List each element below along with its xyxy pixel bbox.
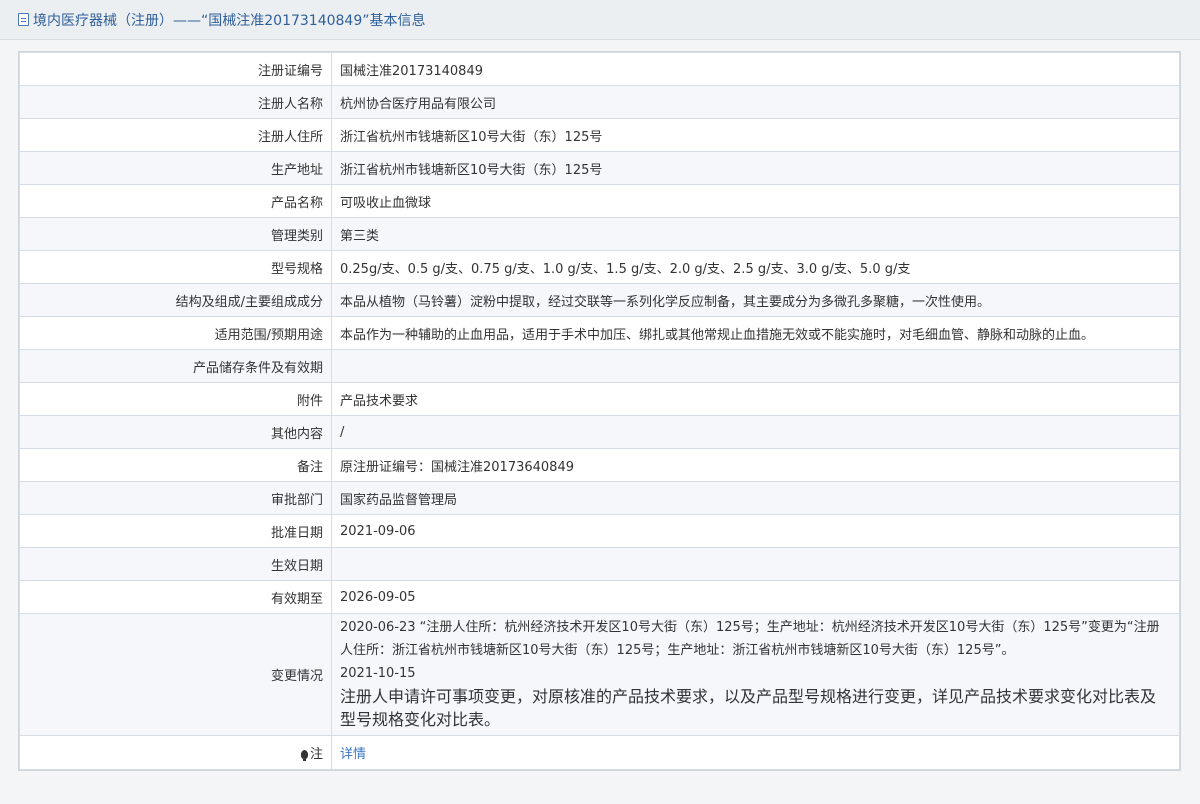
table-row: 附件 产品技术要求 [19,382,1180,416]
table-row: 生产地址 浙江省杭州市钱塘新区10号大街（东）125号 [19,151,1180,185]
row-label: 附件 [19,382,332,416]
row-label: 生产地址 [19,151,332,185]
change-entry-2-date: 2021-10-15 [340,666,416,681]
row-value: 2021-09-06 [331,514,1180,548]
table-row: 注册人住所 浙江省杭州市钱塘新区10号大街（东）125号 [19,118,1180,152]
page-title: 境内医疗器械（注册）——“国械注准20173140849”基本信息 [33,12,426,29]
lightbulb-icon [300,750,308,761]
table-row: 管理类别 第三类 [19,217,1180,251]
note-label-cell: 注 [19,735,332,770]
details-link[interactable]: 详情 [340,747,366,762]
table-row: 备注 原注册证编号：国械注准20173640849 [19,448,1180,482]
row-label: 注册人住所 [19,118,332,152]
row-label: 产品储存条件及有效期 [19,349,332,383]
table-row: 生效日期 [19,547,1180,581]
row-value: 可吸收止血微球 [331,184,1180,218]
change-value: 2020-06-23 “注册人住所：杭州经济技术开发区10号大街（东）125号；… [331,613,1180,736]
change-row: 变更情况 2020-06-23 “注册人住所：杭州经济技术开发区10号大街（东）… [19,613,1180,736]
page-header: 境内医疗器械（注册）——“国械注准20173140849”基本信息 [0,0,1200,40]
document-icon [18,13,29,26]
table-row: 有效期至 2026-09-05 [19,580,1180,614]
table-row: 其他内容 / [19,415,1180,449]
row-label: 产品名称 [19,184,332,218]
row-value: 0.25g/支、0.5 g/支、0.75 g/支、1.0 g/支、1.5 g/支… [331,250,1180,284]
row-value: / [331,415,1180,449]
row-value: 杭州协合医疗用品有限公司 [331,85,1180,119]
row-label: 适用范围/预期用途 [19,316,332,350]
table-row: 产品名称 可吸收止血微球 [19,184,1180,218]
table-row: 注册人名称 杭州协合医疗用品有限公司 [19,85,1180,119]
row-label: 生效日期 [19,547,332,581]
table-row: 适用范围/预期用途 本品作为一种辅助的止血用品，适用于手术中加压、绑扎或其他常规… [19,316,1180,350]
row-label: 型号规格 [19,250,332,284]
row-label: 管理类别 [19,217,332,251]
row-value: 本品从植物（马铃薯）淀粉中提取，经过交联等一系列化学反应制备，其主要成分为多微孔… [331,283,1180,317]
change-label: 变更情况 [19,613,332,736]
note-value: 详情 [331,735,1180,770]
info-table: 注册证编号 国械注准20173140849 注册人名称 杭州协合医疗用品有限公司… [19,52,1180,770]
row-value: 第三类 [331,217,1180,251]
row-value [331,547,1180,581]
row-label: 其他内容 [19,415,332,449]
row-value: 浙江省杭州市钱塘新区10号大街（东）125号 [331,151,1180,185]
row-value: 国家药品监督管理局 [331,481,1180,515]
note-label: 注 [309,747,323,762]
row-label: 批准日期 [19,514,332,548]
row-label: 注册人名称 [19,85,332,119]
row-label: 注册证编号 [19,52,332,86]
row-value: 本品作为一种辅助的止血用品，适用于手术中加压、绑扎或其他常规止血措施无效或不能实… [331,316,1180,350]
table-row: 审批部门 国家药品监督管理局 [19,481,1180,515]
change-entry-2-text: 注册人申请许可事项变更，对原核准的产品技术要求，以及产品型号规格进行变更，详见产… [340,687,1157,729]
row-value: 2026-09-05 [331,580,1180,614]
row-value: 浙江省杭州市钱塘新区10号大街（东）125号 [331,118,1180,152]
row-value: 产品技术要求 [331,382,1180,416]
note-row: 注 详情 [19,735,1180,770]
row-value: 原注册证编号：国械注准20173640849 [331,448,1180,482]
table-row: 结构及组成/主要组成成分 本品从植物（马铃薯）淀粉中提取，经过交联等一系列化学反… [19,283,1180,317]
row-value [331,349,1180,383]
table-row: 产品储存条件及有效期 [19,349,1180,383]
row-label: 有效期至 [19,580,332,614]
table-row: 批准日期 2021-09-06 [19,514,1180,548]
row-label: 结构及组成/主要组成成分 [19,283,332,317]
change-entry-1: 2020-06-23 “注册人住所：杭州经济技术开发区10号大街（东）125号；… [340,620,1160,658]
info-panel: 注册证编号 国械注准20173140849 注册人名称 杭州协合医疗用品有限公司… [18,51,1181,771]
row-label: 备注 [19,448,332,482]
row-value: 国械注准20173140849 [331,52,1180,86]
table-row: 型号规格 0.25g/支、0.5 g/支、0.75 g/支、1.0 g/支、1.… [19,250,1180,284]
row-label: 审批部门 [19,481,332,515]
table-row: 注册证编号 国械注准20173140849 [19,52,1180,86]
